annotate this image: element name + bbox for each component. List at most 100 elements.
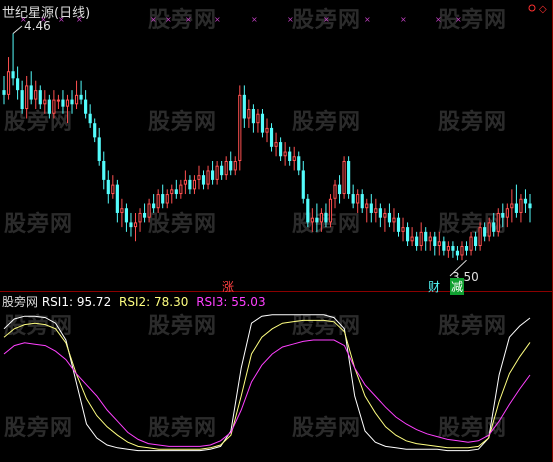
candle-body-down <box>210 170 215 180</box>
candle-body-down <box>29 85 33 100</box>
candle-body-up <box>274 142 278 147</box>
candle-body-down <box>279 142 283 157</box>
marker-cai: 财 <box>428 280 441 294</box>
candle-body-up <box>65 99 70 107</box>
candle-body-down <box>301 170 305 199</box>
candle-body-up <box>111 184 115 195</box>
candle-body-up <box>147 203 151 218</box>
candle-body-up <box>356 194 360 204</box>
chart-stage: 股旁网 股旁网 股旁网 股旁网 股旁网 股旁网 股旁网 股旁网 股旁网 股旁网 … <box>0 0 553 462</box>
candle-body-up <box>505 208 509 218</box>
candle-body-up <box>52 99 56 114</box>
top-marker-x: × <box>165 15 172 24</box>
candle-body-down <box>415 236 419 247</box>
candle-body-down <box>11 71 15 79</box>
rsi1-line <box>3 314 531 452</box>
candle-body-down <box>38 90 42 105</box>
high-pointer <box>12 25 23 34</box>
candle-body-up <box>179 184 183 195</box>
candle-body-down <box>61 99 65 107</box>
candle-body-up <box>401 227 405 232</box>
candle-body-down <box>351 194 355 204</box>
indicator-legend: 股旁网 RSI1: 95.72 RSI2: 78.30 RSI3: 55.03 <box>2 293 266 310</box>
candle-body-up <box>170 189 174 195</box>
candle-body-down <box>242 94 246 119</box>
candle-body-up <box>43 99 47 105</box>
candle-body-up <box>233 160 237 171</box>
candle-body-up <box>319 212 324 223</box>
top-marker-x: × <box>455 15 462 24</box>
rsi3-value: 55.03 <box>231 295 266 309</box>
candle-body-down <box>93 123 97 138</box>
candle-body-up <box>6 71 11 95</box>
candle-body-down <box>405 227 410 242</box>
top-marker-x: × <box>251 15 258 24</box>
candle-body-down <box>106 179 110 195</box>
candle-body-down <box>79 94 83 100</box>
candle-body-up <box>374 208 378 213</box>
candle-body-up <box>428 236 432 242</box>
candle-body-up <box>156 194 160 209</box>
top-marker-x: × <box>435 15 442 24</box>
candle-body-up <box>392 217 396 223</box>
candle-body-down <box>442 241 446 251</box>
candle-body-up <box>342 160 346 195</box>
candle-body-up <box>183 179 187 185</box>
candle-body-up <box>224 160 228 176</box>
candle-body-down <box>387 212 392 223</box>
candle-body-down <box>16 78 20 91</box>
candle-body-down <box>84 99 88 114</box>
top-marker-x: × <box>400 15 407 24</box>
settings-arrow-icon: ◇ <box>539 4 547 15</box>
candle-body-down <box>97 137 101 161</box>
candle-body-up <box>138 212 142 223</box>
candle-body-down <box>324 212 328 223</box>
candle-body-down <box>288 151 292 161</box>
top-marker-x: × <box>287 15 294 24</box>
candle-body-down <box>70 99 74 105</box>
top-marker-x: × <box>323 15 330 24</box>
candle-body-up <box>265 127 269 133</box>
candle-body-down <box>473 236 478 247</box>
candle-body-up <box>310 217 314 223</box>
candle-body-down <box>514 203 518 213</box>
candle-body-down <box>188 179 192 190</box>
candle-body-down <box>260 113 265 133</box>
candle-body-up <box>74 94 79 105</box>
candle-body-down <box>528 203 532 209</box>
candle-body-up <box>460 246 464 256</box>
candle-body-up <box>247 109 251 119</box>
indicator-name: 股旁网 <box>2 295 39 309</box>
candle-body-down <box>161 194 165 204</box>
candle-body-down <box>2 90 6 95</box>
candle-body-up <box>437 241 441 247</box>
candle-body-up <box>365 203 369 209</box>
candle-body-down <box>251 109 255 124</box>
candle-body-down <box>129 222 133 228</box>
top-marker-x: × <box>185 15 192 24</box>
rsi2-value: 78.30 <box>154 295 189 309</box>
candle-body-up <box>410 236 414 242</box>
candle-body-down <box>47 99 51 114</box>
top-marker-x: × <box>150 15 157 24</box>
candle-body-up <box>165 194 169 204</box>
candle-body-down <box>433 236 437 247</box>
candle-body-up <box>487 222 491 237</box>
settings-circle-icon <box>528 4 536 12</box>
candle-body-up <box>478 227 482 247</box>
candle-body-up <box>328 198 333 223</box>
candle-body-up <box>256 113 260 124</box>
candle-body-up <box>333 184 337 199</box>
candle-body-up <box>510 203 514 209</box>
candle-body-up <box>283 151 287 157</box>
candle-body-up <box>34 90 38 100</box>
chart-svg: × × × × × × × × × × × × × × ×◇ <box>0 0 553 462</box>
candle-body-down <box>124 208 129 223</box>
candle-body-up <box>215 165 219 180</box>
candle-body-down <box>378 208 382 218</box>
candle-body-up <box>120 208 124 213</box>
candle-body-down <box>360 194 364 209</box>
candle-body-down <box>464 246 469 251</box>
candle-body-up <box>446 246 450 251</box>
candle-body-down <box>297 156 301 171</box>
